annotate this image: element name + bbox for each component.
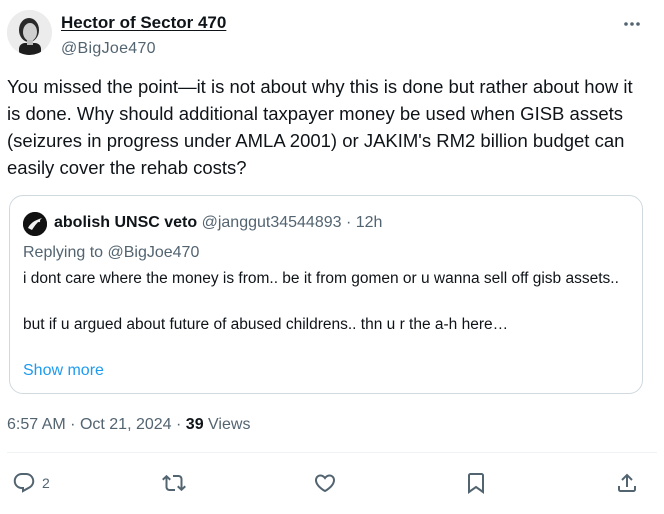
heart-icon <box>314 474 336 493</box>
author-name[interactable]: Hector of Sector 470 <box>61 13 226 33</box>
reply-icon <box>13 473 35 493</box>
quote-timestamp[interactable]: 12h <box>356 214 383 231</box>
action-bar: 2 <box>0 467 664 499</box>
quoted-tweet[interactable]: abolish UNSC veto @janggut34544893 · 12h… <box>9 195 643 394</box>
author-handle[interactable]: @BigJoe470 <box>61 39 226 59</box>
quote-separator: · <box>345 214 352 231</box>
retweet-button[interactable] <box>162 467 186 499</box>
tweet-text: You missed the point—it is not about why… <box>7 76 638 178</box>
quote-avatar[interactable] <box>23 212 47 236</box>
views-count: 39 <box>185 416 204 433</box>
meta-separator: · <box>70 416 76 433</box>
more-options-button[interactable] <box>620 14 644 34</box>
reply-button[interactable]: 2 <box>12 467 50 499</box>
tweet-time[interactable]: 6:57 AM <box>7 416 66 433</box>
quote-author-name[interactable]: abolish UNSC veto <box>54 214 197 231</box>
quote-avatar-icon <box>23 212 47 236</box>
quote-replying-to: Replying to @BigJoe470 <box>23 244 200 261</box>
quote-body: i dont care where the money is from.. be… <box>23 270 619 333</box>
reply-count: 2 <box>42 475 50 491</box>
tweet-date[interactable]: Oct 21, 2024 <box>80 416 172 433</box>
quote-author-handle[interactable]: @janggut34544893 <box>202 214 342 231</box>
like-button[interactable] <box>313 467 337 499</box>
share-button[interactable] <box>615 467 639 499</box>
bookmark-button[interactable] <box>464 467 488 499</box>
tweet-meta: 6:57 AM · Oct 21, 2024 · 39 Views <box>7 415 250 435</box>
retweet-icon <box>162 474 186 492</box>
profile-photo-icon <box>7 10 52 55</box>
author-avatar[interactable] <box>7 10 52 55</box>
author-block: Hector of Sector 470 @BigJoe470 <box>61 13 226 59</box>
divider <box>7 452 657 453</box>
quote-header: abolish UNSC veto @janggut34544893 · 12h <box>54 213 382 233</box>
bookmark-icon <box>468 473 484 494</box>
ellipsis-icon <box>624 22 640 26</box>
views-label: Views <box>208 416 251 433</box>
share-icon <box>618 473 636 492</box>
meta-separator: · <box>176 416 182 433</box>
show-more-link[interactable]: Show more <box>23 361 104 381</box>
